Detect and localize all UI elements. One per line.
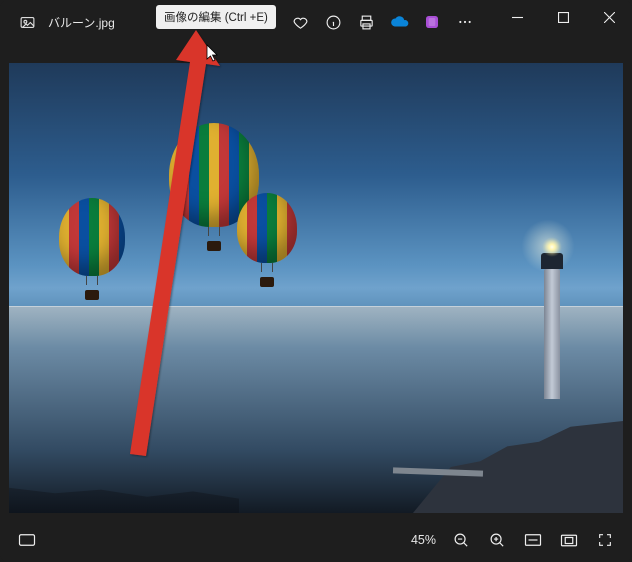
info-button[interactable] [322, 11, 344, 33]
maximize-button[interactable] [540, 0, 586, 34]
zoom-in-button[interactable] [486, 529, 508, 551]
more-button[interactable] [454, 11, 476, 33]
displayed-image [9, 63, 623, 513]
edit-tooltip: 画像の編集 (Ctrl +E) [156, 5, 276, 29]
zoom-out-button[interactable] [450, 529, 472, 551]
onedrive-button[interactable] [388, 11, 410, 33]
fullscreen-button[interactable] [594, 529, 616, 551]
photo-viewer-window: 画像の編集 (Ctrl +E) バルーン.jpg [0, 0, 632, 562]
fit-to-window-button[interactable] [522, 529, 544, 551]
file-name: バルーン.jpg [48, 14, 115, 31]
titlebar: バルーン.jpg [0, 0, 632, 44]
designer-button[interactable] [421, 11, 443, 33]
close-button[interactable] [586, 0, 632, 34]
favorite-button[interactable] [289, 11, 311, 33]
actual-size-button[interactable] [558, 529, 580, 551]
image-canvas[interactable] [0, 44, 632, 518]
photos-app-icon [18, 13, 36, 31]
filmstrip-button[interactable] [16, 529, 38, 551]
status-bar: 45% [0, 518, 632, 562]
minimize-button[interactable] [494, 0, 540, 34]
print-button[interactable] [355, 11, 377, 33]
zoom-percent: 45% [411, 533, 436, 547]
window-controls [494, 0, 632, 34]
